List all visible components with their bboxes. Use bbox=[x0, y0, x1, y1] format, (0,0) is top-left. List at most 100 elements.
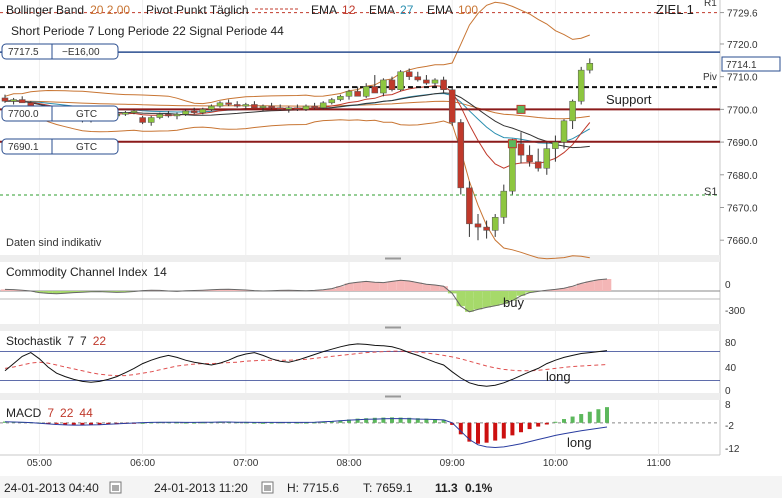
candle-body bbox=[18, 99, 26, 104]
panel-splitter-2[interactable] bbox=[0, 324, 720, 331]
calendar-icon[interactable] bbox=[261, 481, 274, 494]
cci-title: Commodity Channel Index 14 bbox=[6, 265, 167, 279]
candle-body bbox=[569, 100, 576, 122]
candle-body bbox=[423, 79, 430, 84]
order-widget-2[interactable]: 7700.0 GTC bbox=[1, 105, 119, 122]
legend-bollinger[interactable]: Bollinger Band 20 2.00 bbox=[6, 3, 130, 17]
panel-splitter-1[interactable] bbox=[0, 255, 720, 262]
chart-canvas: 7729.6 7720.0 7710.0 7700.0 7690.0 7680.0 7670… bbox=[0, 0, 782, 498]
candle-body bbox=[440, 79, 447, 91]
cci-area bbox=[602, 279, 612, 291]
x-tick-label: 07:00 bbox=[233, 458, 258, 469]
target-label: ZIEL 1 bbox=[656, 2, 694, 17]
candle-body bbox=[268, 105, 275, 108]
candle-body bbox=[259, 105, 267, 108]
macd-bar bbox=[510, 422, 515, 436]
stoch-panel[interactable] bbox=[0, 331, 720, 393]
long-annotation-macd: long bbox=[567, 435, 592, 450]
order-action[interactable]: GTC bbox=[76, 142, 97, 153]
macd-bar bbox=[579, 414, 584, 423]
order-action[interactable]: GTC bbox=[76, 109, 97, 120]
macd-bar bbox=[501, 422, 506, 439]
candle-body bbox=[319, 102, 327, 108]
candle-body bbox=[457, 122, 465, 189]
candle-body bbox=[10, 99, 17, 102]
candle-body bbox=[414, 76, 422, 81]
candle-body bbox=[431, 79, 439, 84]
candle-body bbox=[208, 105, 215, 110]
cci-area bbox=[422, 284, 431, 291]
macd-bar bbox=[553, 421, 558, 423]
cci-area bbox=[370, 282, 380, 291]
macd-bar bbox=[562, 419, 566, 423]
candle-body bbox=[165, 114, 172, 117]
session-low: T: 7659.1 bbox=[363, 481, 413, 495]
y-tick-label: 7700.0 bbox=[727, 105, 758, 116]
candle-body bbox=[466, 187, 473, 225]
candle-body bbox=[147, 117, 155, 123]
y-tick-label: 7660.0 bbox=[727, 236, 758, 247]
last-price-value: 7714.1 bbox=[726, 60, 757, 71]
candle-body bbox=[380, 79, 387, 94]
macd-bar bbox=[587, 411, 592, 423]
candle-body bbox=[328, 99, 336, 104]
change-value: 11.3 bbox=[435, 481, 458, 495]
buy-annotation: buy bbox=[503, 295, 524, 310]
cci-area bbox=[387, 281, 397, 291]
candle-body bbox=[216, 102, 224, 107]
candle-body bbox=[173, 114, 181, 117]
cci-area bbox=[465, 291, 474, 312]
candle-body bbox=[190, 110, 198, 113]
order-action[interactable]: −E16,00 bbox=[62, 47, 100, 58]
candle-body bbox=[517, 143, 525, 156]
signal-marker bbox=[507, 139, 517, 149]
macd-tick-neg12: -12 bbox=[725, 444, 740, 455]
macd-bar bbox=[605, 407, 609, 423]
long-annotation-stoch: long bbox=[546, 369, 571, 384]
macd-bar bbox=[476, 422, 480, 444]
candle-body bbox=[543, 148, 551, 169]
cci-area bbox=[361, 281, 371, 291]
s1-label: S1 bbox=[704, 186, 717, 198]
candle-body bbox=[483, 226, 490, 231]
candle-body bbox=[302, 105, 310, 110]
x-tick-label: 10:00 bbox=[543, 458, 568, 469]
candle-body bbox=[139, 117, 146, 123]
cci-area bbox=[473, 291, 483, 310]
y-tick-label: 7670.0 bbox=[727, 203, 758, 214]
x-tick-label: 08:00 bbox=[336, 458, 361, 469]
legend-ema27[interactable]: EMA 27 bbox=[369, 3, 414, 17]
stoch-tick-80: 80 bbox=[725, 338, 737, 349]
stoch-tick-40: 40 bbox=[725, 363, 737, 374]
order-price: 7717.5 bbox=[8, 47, 39, 58]
macd-bar bbox=[527, 422, 532, 430]
candle-body bbox=[242, 104, 250, 107]
cci-area bbox=[404, 281, 414, 291]
candle-body bbox=[371, 86, 379, 94]
candle-body bbox=[354, 91, 361, 97]
legend-pivot[interactable]: Pivot Punkt Täglich bbox=[146, 3, 249, 17]
macd-panel[interactable] bbox=[0, 400, 720, 452]
order-widget-1[interactable]: 7717.5 −E16,00 bbox=[1, 43, 119, 60]
macd-bar bbox=[63, 422, 68, 425]
splitter-grip-1 bbox=[385, 257, 401, 260]
panel-splitter-3[interactable] bbox=[0, 393, 720, 400]
candle-body bbox=[225, 102, 232, 105]
candle-body bbox=[405, 71, 413, 77]
candle-body bbox=[233, 104, 241, 107]
legend-ema100[interactable]: EMA 100 bbox=[427, 3, 478, 17]
candle-body bbox=[294, 107, 301, 110]
price-panel[interactable] bbox=[0, 0, 720, 255]
order-widget-3[interactable]: 7690.1 GTC bbox=[1, 138, 119, 155]
chart-window: 7729.6 7720.0 7710.0 7700.0 7690.0 7680.0 7670… bbox=[0, 0, 782, 498]
legend-ema12[interactable]: EMA 12 bbox=[311, 3, 356, 17]
price-axis: 7729.6 7720.0 7710.0 7700.0 7690.0 7680.0 7670… bbox=[720, 9, 758, 247]
cci-area bbox=[456, 291, 466, 307]
calendar-icon[interactable] bbox=[109, 481, 122, 494]
y-tick-label: 7710.0 bbox=[727, 73, 758, 84]
macd-bar bbox=[484, 422, 489, 443]
macd-bar bbox=[596, 409, 601, 423]
candle-body bbox=[500, 190, 508, 218]
y-tick-label: 7729.6 bbox=[727, 9, 758, 20]
candle-body bbox=[560, 120, 568, 143]
